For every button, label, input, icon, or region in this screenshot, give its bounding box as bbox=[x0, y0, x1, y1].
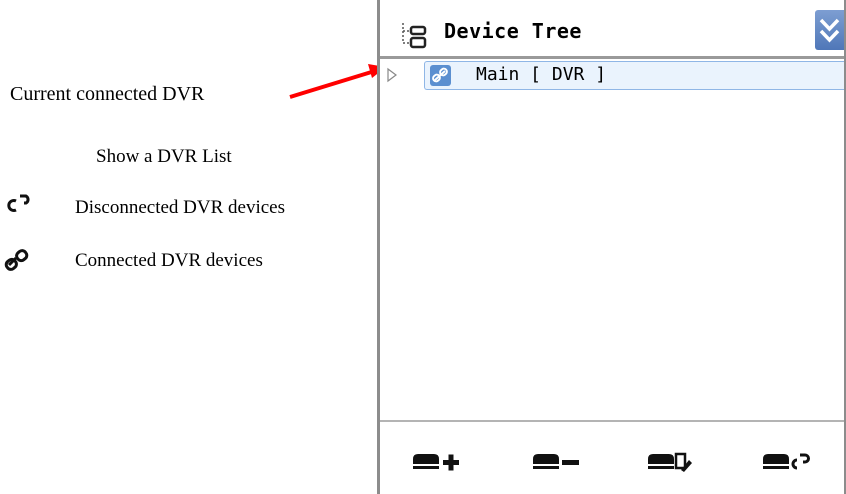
show-list-caption: Show a DVR List bbox=[96, 146, 232, 167]
disconnected-legend-label: Disconnected DVR devices bbox=[75, 197, 285, 218]
add-device-button[interactable] bbox=[410, 444, 474, 478]
header-divider bbox=[380, 56, 844, 59]
collapse-button[interactable] bbox=[815, 10, 844, 50]
edit-device-button[interactable] bbox=[645, 444, 709, 478]
panel-title: Device Tree bbox=[444, 19, 582, 43]
connect-device-button[interactable] bbox=[760, 444, 824, 478]
device-connect-icon bbox=[760, 453, 824, 482]
tree-node-selection[interactable]: Main [ DVR ] bbox=[424, 61, 844, 90]
link-icon bbox=[430, 65, 451, 86]
device-toolbar bbox=[380, 422, 844, 494]
tree-node-label: Main [ DVR ] bbox=[476, 64, 607, 85]
panel-header: Device Tree bbox=[380, 5, 844, 55]
double-chevron-down-icon bbox=[815, 18, 844, 54]
tree-node-main-dvr[interactable]: Main [ DVR ] bbox=[383, 61, 844, 90]
connected-legend-label: Connected DVR devices bbox=[75, 250, 263, 271]
broken-link-icon bbox=[4, 192, 38, 219]
expand-triangle-icon[interactable] bbox=[386, 67, 398, 88]
device-tree-panel: Device Tree Main [DVR] bbox=[377, 0, 846, 494]
link-icon bbox=[4, 248, 32, 279]
device-edit-icon bbox=[645, 452, 709, 482]
remove-device-button[interactable] bbox=[530, 444, 594, 478]
device-add-icon bbox=[410, 454, 474, 482]
tree-icon bbox=[400, 21, 428, 54]
device-remove-icon bbox=[530, 454, 594, 482]
current-connected-caption: Current connected DVR bbox=[10, 83, 205, 105]
